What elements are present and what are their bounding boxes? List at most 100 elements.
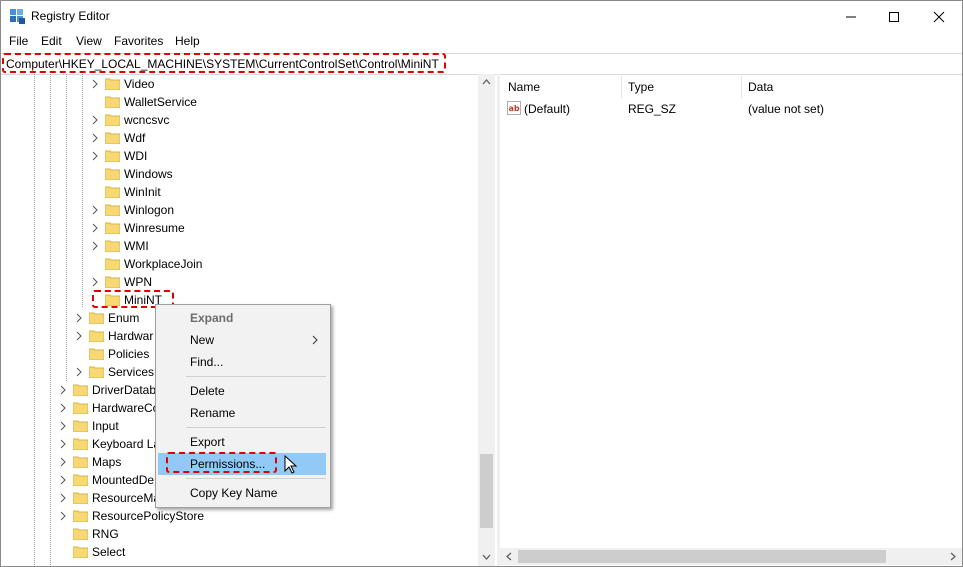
- value-data: (value not set): [748, 102, 825, 116]
- tree-node-windows[interactable]: Windows: [89, 165, 489, 183]
- chevron-right-icon[interactable]: [59, 493, 67, 503]
- chevron-right-icon[interactable]: [91, 115, 99, 125]
- tree-node-select[interactable]: Select: [57, 543, 457, 561]
- maximize-icon: [889, 11, 899, 22]
- tree-node-label: Select: [92, 545, 126, 559]
- tree-node-label: Enum: [108, 311, 140, 325]
- minimize-button[interactable]: [828, 1, 874, 32]
- scroll-down-icon[interactable]: [482, 553, 491, 561]
- folder-icon: [89, 312, 104, 324]
- mouse-cursor-icon: [284, 455, 298, 474]
- column-header-type[interactable]: Type: [628, 80, 654, 94]
- tree-node-label: WorkplaceJoin: [124, 257, 203, 271]
- tree-node-workplacejoin[interactable]: WorkplaceJoin: [89, 255, 489, 273]
- chevron-right-icon[interactable]: [75, 331, 83, 341]
- menu-item-label: Permissions...: [190, 457, 266, 471]
- folder-icon: [105, 222, 120, 234]
- tree-node-label: ResourcePolicyStore: [92, 509, 205, 523]
- folder-icon: [105, 78, 120, 90]
- scroll-up-icon[interactable]: [482, 78, 491, 86]
- chevron-right-icon[interactable]: [59, 403, 67, 413]
- chevron-right-icon[interactable]: [75, 367, 83, 377]
- tree-node-label: WPN: [124, 275, 152, 289]
- scroll-right-icon[interactable]: [949, 552, 957, 561]
- menu-item-permissions[interactable]: Permissions...: [158, 453, 326, 475]
- menu-file[interactable]: File: [9, 34, 28, 48]
- column-header-data[interactable]: Data: [748, 80, 773, 94]
- menu-item-new[interactable]: New: [158, 329, 326, 351]
- menu-edit[interactable]: Edit: [41, 34, 62, 48]
- close-button[interactable]: [916, 1, 962, 32]
- menu-item-rename[interactable]: Rename: [158, 402, 326, 424]
- tree-node-label: WMI: [124, 239, 149, 253]
- tree-node-winlogon[interactable]: Winlogon: [89, 201, 489, 219]
- folder-icon: [105, 150, 120, 162]
- scroll-left-icon[interactable]: [505, 552, 513, 561]
- menu-item-find[interactable]: Find...: [158, 351, 326, 373]
- chevron-right-icon[interactable]: [59, 475, 67, 485]
- menu-separator: [186, 427, 326, 428]
- tree-node-wpn[interactable]: WPN: [89, 273, 489, 291]
- menu-bar: File Edit View Favorites Help: [1, 32, 962, 52]
- tree-vertical-scrollbar[interactable]: [478, 74, 495, 566]
- menu-favorites[interactable]: Favorites: [114, 34, 163, 48]
- folder-icon: [73, 546, 88, 558]
- folder-icon: [89, 330, 104, 342]
- tree-node-label: Winlogon: [124, 203, 175, 217]
- tree-node-wdi[interactable]: WDI: [89, 147, 489, 165]
- chevron-right-icon[interactable]: [91, 205, 99, 215]
- menu-help[interactable]: Help: [175, 34, 200, 48]
- column-divider[interactable]: [741, 76, 742, 98]
- folder-icon: [105, 168, 120, 180]
- tree-node-label: HardwareCo: [92, 401, 160, 415]
- tree-node-wininit[interactable]: WinInit: [89, 183, 489, 201]
- tree-node-resourcepolicystore[interactable]: ResourcePolicyStore: [57, 507, 457, 525]
- chevron-right-icon[interactable]: [91, 277, 99, 287]
- tree-node-label: Wdf: [124, 131, 146, 145]
- tree-node-label: WinInit: [124, 185, 161, 199]
- chevron-right-icon[interactable]: [91, 133, 99, 143]
- chevron-right-icon[interactable]: [59, 385, 67, 395]
- chevron-right-icon[interactable]: [59, 457, 67, 467]
- chevron-right-icon[interactable]: [91, 241, 99, 251]
- tree-node-wdf[interactable]: Wdf: [89, 129, 489, 147]
- chevron-right-icon[interactable]: [75, 313, 83, 323]
- registry-app-icon: [10, 9, 25, 24]
- window-title: Registry Editor: [31, 9, 110, 23]
- chevron-right-icon[interactable]: [91, 223, 99, 233]
- values-horizontal-scrollbar[interactable]: [500, 548, 962, 565]
- menu-item-delete[interactable]: Delete: [158, 380, 326, 402]
- folder-icon: [73, 402, 88, 414]
- chevron-right-icon[interactable]: [91, 79, 99, 89]
- tree-node-label: MountedDe: [92, 473, 155, 487]
- maximize-button[interactable]: [871, 1, 917, 32]
- tree-node-wmi[interactable]: WMI: [89, 237, 489, 255]
- tree-node-rng[interactable]: RNG: [57, 525, 457, 543]
- column-divider[interactable]: [621, 76, 622, 98]
- column-header-name[interactable]: Name: [508, 80, 540, 94]
- menu-item-label: Find...: [190, 355, 224, 369]
- values-scroll-thumb[interactable]: [518, 550, 886, 563]
- context-menu: Expand New Find... Delete Rename Export …: [155, 304, 331, 508]
- menu-item-expand[interactable]: Expand: [158, 307, 326, 329]
- menu-item-copy-key-name[interactable]: Copy Key Name: [158, 482, 326, 504]
- tree-node-walletservice[interactable]: WalletService: [89, 93, 489, 111]
- address-path[interactable]: Computer\HKEY_LOCAL_MACHINE\SYSTEM\Curre…: [6, 57, 439, 71]
- menu-item-label: Copy Key Name: [190, 486, 278, 500]
- tree-scroll-thumb[interactable]: [480, 454, 493, 528]
- folder-icon: [73, 384, 88, 396]
- tree-node-wcncsvc[interactable]: wcncsvc: [89, 111, 489, 129]
- chevron-right-icon[interactable]: [59, 421, 67, 431]
- tree-node-video[interactable]: Video: [89, 75, 489, 93]
- chevron-right-icon[interactable]: [91, 151, 99, 161]
- chevron-right-icon[interactable]: [59, 439, 67, 449]
- chevron-right-icon[interactable]: [59, 511, 67, 521]
- tree-node-label: wcncsvc: [124, 113, 170, 127]
- tree-node-label: Policies: [108, 347, 150, 361]
- menu-view[interactable]: View: [76, 34, 102, 48]
- folder-icon: [73, 510, 88, 522]
- menu-item-export[interactable]: Export: [158, 431, 326, 453]
- address-bar[interactable]: Computer\HKEY_LOCAL_MACHINE\SYSTEM\Curre…: [1, 53, 962, 75]
- value-name: (Default): [524, 102, 571, 116]
- tree-node-winresume[interactable]: Winresume: [89, 219, 489, 237]
